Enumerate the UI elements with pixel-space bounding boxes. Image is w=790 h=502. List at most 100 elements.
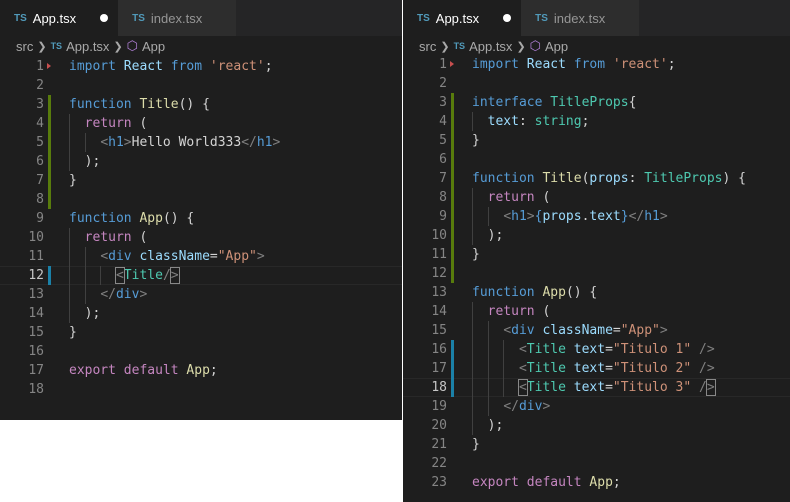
code-text[interactable]: );	[472, 226, 504, 245]
code-line[interactable]: 18	[0, 380, 402, 399]
code-text[interactable]: function App() {	[472, 283, 597, 302]
breadcrumb-folder[interactable]: src	[16, 39, 33, 54]
git-change-marker[interactable]	[48, 114, 51, 133]
code-text[interactable]: }	[472, 131, 480, 150]
git-change-marker[interactable]	[451, 340, 454, 359]
code-line[interactable]: 21}	[403, 435, 790, 454]
code-text[interactable]: }	[69, 323, 77, 342]
code-line[interactable]: 3 function Title() {	[0, 95, 402, 114]
code-text[interactable]: );	[69, 304, 101, 323]
git-change-marker[interactable]	[48, 95, 51, 114]
code-line[interactable]: 3 interface TitleProps{	[403, 93, 790, 112]
code-text[interactable]: <h1>Hello World333</h1>	[69, 133, 280, 152]
code-text[interactable]: );	[69, 152, 101, 171]
code-area[interactable]: 1 import React from 'react'; 2 3 function Ti…	[0, 57, 402, 399]
left-editor-pane[interactable]: TS App.tsx TS index.tsx src ❯ TS App.tsx…	[0, 0, 402, 420]
code-line[interactable]: 9 <h1>{props.text}</h1>	[403, 207, 790, 226]
tab-app-tsx[interactable]: TS App.tsx	[0, 0, 119, 36]
code-text[interactable]: import React from 'react';	[472, 55, 676, 74]
code-line[interactable]: 22	[403, 454, 790, 473]
git-change-marker[interactable]	[451, 207, 454, 226]
code-line[interactable]: 15 <div className="App">	[403, 321, 790, 340]
code-text[interactable]: <Title text="Titulo 2" />	[472, 359, 715, 378]
breadcrumb-symbol[interactable]: App	[142, 39, 165, 54]
code-text[interactable]: }	[69, 171, 77, 190]
code-line[interactable]: 14 );	[0, 304, 402, 323]
git-change-marker[interactable]	[48, 133, 51, 152]
code-line[interactable]: 8	[0, 190, 402, 209]
code-text[interactable]: <Title/>	[69, 266, 180, 285]
code-line[interactable]: 10 return (	[0, 228, 402, 247]
code-text[interactable]: return (	[472, 188, 551, 207]
code-text[interactable]: <Title text="Titulo 1" />	[472, 340, 715, 359]
code-line[interactable]: 15}	[0, 323, 402, 342]
git-change-marker[interactable]	[451, 169, 454, 188]
tab-app-tsx[interactable]: TS App.tsx	[403, 0, 522, 36]
code-text[interactable]: </div>	[472, 397, 550, 416]
code-text[interactable]: return (	[69, 228, 148, 247]
unsaved-dot-icon[interactable]	[100, 14, 109, 22]
git-change-marker[interactable]	[48, 190, 51, 209]
code-area[interactable]: 1 import React from 'react'; 2 3 interface T…	[403, 55, 790, 492]
code-line[interactable]: 16	[0, 342, 402, 361]
code-line[interactable]: 2	[0, 76, 402, 95]
code-text[interactable]: interface TitleProps{	[472, 93, 636, 112]
code-line[interactable]: 19 </div>	[403, 397, 790, 416]
breadcrumb-symbol[interactable]: App	[545, 39, 568, 54]
code-text[interactable]: <Title text="Titulo 3" />	[472, 378, 716, 397]
code-text[interactable]: );	[472, 416, 504, 435]
code-text[interactable]: text: string;	[472, 112, 590, 131]
code-line[interactable]: 11}	[403, 245, 790, 264]
unsaved-dot-icon[interactable]	[503, 14, 512, 22]
code-text[interactable]: return (	[472, 302, 551, 321]
code-line[interactable]: 7}	[0, 171, 402, 190]
git-change-marker[interactable]	[48, 266, 51, 285]
code-line[interactable]: 18 <Title text="Titulo 3" />	[403, 378, 790, 397]
code-line[interactable]: 2	[403, 74, 790, 93]
breakpoint-arrow-icon[interactable]	[450, 61, 454, 67]
code-text[interactable]: }	[472, 435, 480, 454]
code-text[interactable]: import React from 'react';	[69, 57, 273, 76]
breakpoint-arrow-icon[interactable]	[47, 63, 51, 69]
code-line[interactable]: 6	[403, 150, 790, 169]
code-text[interactable]: function Title() {	[69, 95, 210, 114]
code-line[interactable]: 20 );	[403, 416, 790, 435]
code-line[interactable]: 1 import React from 'react';	[403, 55, 790, 74]
code-line[interactable]: 12 <Title/>	[0, 266, 402, 285]
code-text[interactable]: function Title(props: TitleProps) {	[472, 169, 746, 188]
code-text[interactable]: </div>	[69, 285, 147, 304]
code-text[interactable]: export default App;	[69, 361, 218, 380]
code-text[interactable]: <h1>{props.text}</h1>	[472, 207, 667, 226]
right-editor-pane[interactable]: TS App.tsx TS index.tsx src ❯ TS App.tsx…	[403, 0, 790, 502]
git-change-marker[interactable]	[451, 112, 454, 131]
breadcrumb-folder[interactable]: src	[419, 39, 436, 54]
git-change-marker[interactable]	[451, 264, 454, 283]
code-text[interactable]: <div className="App">	[69, 247, 264, 266]
code-text[interactable]: export default App;	[472, 473, 621, 492]
breadcrumb-file[interactable]: App.tsx	[469, 39, 512, 54]
code-line[interactable]: 13 function App() {	[403, 283, 790, 302]
git-change-marker[interactable]	[451, 188, 454, 207]
code-line[interactable]: 17 export default App;	[0, 361, 402, 380]
git-change-marker[interactable]	[451, 150, 454, 169]
code-line[interactable]: 5 <h1>Hello World333</h1>	[0, 133, 402, 152]
tab-index-tsx[interactable]: TS index.tsx	[521, 0, 640, 36]
code-line[interactable]: 10 );	[403, 226, 790, 245]
code-line[interactable]: 4 return (	[0, 114, 402, 133]
git-change-marker[interactable]	[451, 245, 454, 264]
code-line[interactable]: 16 <Title text="Titulo 1" />	[403, 340, 790, 359]
breadcrumb-file[interactable]: App.tsx	[66, 39, 109, 54]
code-text[interactable]: function App() {	[69, 209, 194, 228]
git-change-marker[interactable]	[48, 152, 51, 171]
code-line[interactable]: 7 function Title(props: TitleProps) {	[403, 169, 790, 188]
code-line[interactable]: 23 export default App;	[403, 473, 790, 492]
code-line[interactable]: 5}	[403, 131, 790, 150]
code-line[interactable]: 9 function App() {	[0, 209, 402, 228]
git-change-marker[interactable]	[451, 359, 454, 378]
git-change-marker[interactable]	[48, 171, 51, 190]
code-line[interactable]: 8 return (	[403, 188, 790, 207]
git-change-marker[interactable]	[451, 93, 454, 112]
code-line[interactable]: 4 text: string;	[403, 112, 790, 131]
code-line[interactable]: 6 );	[0, 152, 402, 171]
git-change-marker[interactable]	[451, 378, 454, 397]
